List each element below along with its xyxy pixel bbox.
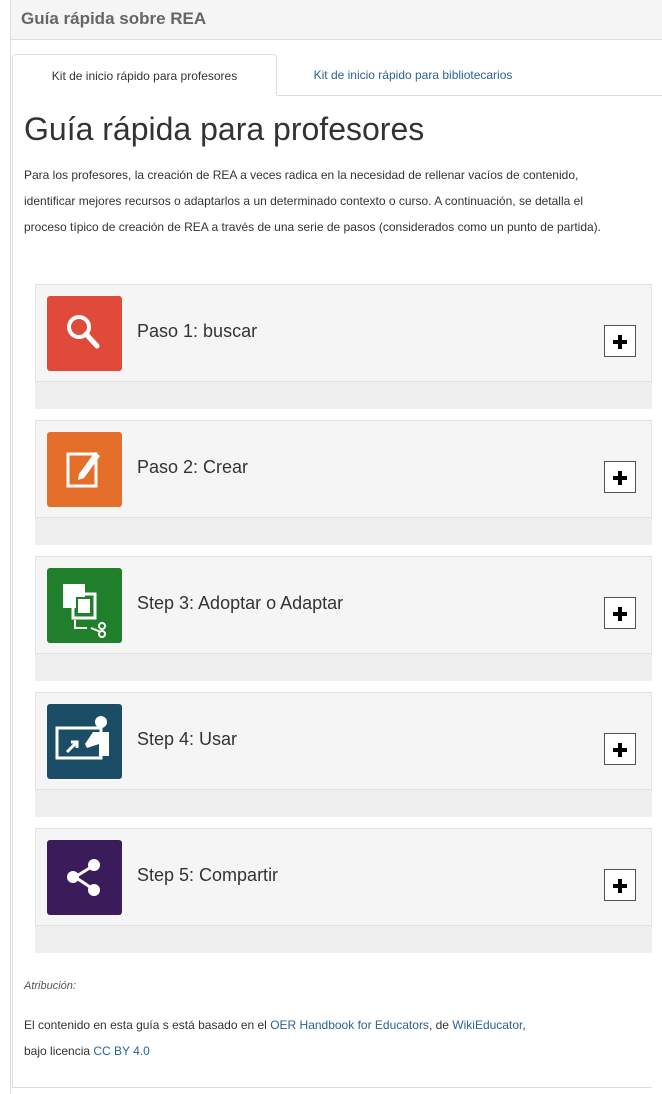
attribution-text-part1: El contenido en esta guía s está basado … — [24, 1018, 271, 1032]
wikieducator-link[interactable]: WikiEducator — [452, 1018, 522, 1032]
step-3-header[interactable]: Step 3: Adoptar o Adaptar — [35, 556, 652, 654]
step-5-accordion: Step 5: Compartir — [35, 828, 652, 953]
adapt-icon — [47, 568, 122, 643]
step-4-label: Step 4: Usar — [137, 729, 238, 749]
step-5-header[interactable]: Step 5: Compartir — [35, 828, 652, 926]
step-3-label: Step 3: Adoptar o Adaptar — [137, 593, 344, 613]
step-1-body — [35, 382, 652, 409]
step-4-body — [35, 790, 652, 817]
step-4-accordion: Step 4: Usar — [35, 692, 652, 817]
panel-heading: Guía rápida sobre REA — [11, 0, 662, 40]
attribution-text-part3: , — [522, 1018, 526, 1032]
tab-teachers[interactable]: Kit de inicio rápido para profesores — [12, 54, 277, 96]
step-5-body — [35, 926, 652, 953]
attribution-label: Atribución: — [24, 980, 76, 992]
tab-librarians[interactable]: Kit de inicio rápido para bibliotecarios — [278, 54, 548, 96]
license-link[interactable]: CC BY 4.0 — [93, 1044, 149, 1058]
expand-step-5-button[interactable] — [604, 869, 636, 901]
panel-title: Guía rápida sobre REA — [21, 9, 207, 28]
step-5-label: Step 5: Compartir — [137, 865, 279, 885]
attribution-text-part4: bajo licencia — [24, 1044, 94, 1058]
expand-step-4-button[interactable] — [604, 733, 636, 765]
edit-icon — [47, 432, 122, 507]
step-1-label: Paso 1: buscar — [137, 321, 258, 341]
expand-step-3-button[interactable] — [604, 597, 636, 629]
expand-step-1-button[interactable] — [604, 325, 636, 357]
step-1-accordion: Paso 1: buscar — [35, 284, 652, 409]
attribution-text-part2: , de — [428, 1018, 453, 1032]
step-2-body — [35, 518, 652, 545]
step-1-header[interactable]: Paso 1: buscar — [35, 284, 652, 382]
search-icon — [47, 296, 122, 371]
expand-step-2-button[interactable] — [604, 461, 636, 493]
step-3-accordion: Step 3: Adoptar o Adaptar — [35, 556, 652, 681]
intro-text: Para los profesores, la creación de REA … — [24, 168, 602, 234]
share-icon — [47, 840, 122, 915]
page-title: Guía rápida para profesores — [24, 111, 425, 147]
step-2-header[interactable]: Paso 2: Crear — [35, 420, 652, 518]
step-4-header[interactable]: Step 4: Usar — [35, 692, 652, 790]
attribution-text: El contenido en esta guía s está basado … — [24, 1012, 634, 1064]
step-2-label: Paso 2: Crear — [137, 457, 249, 477]
oer-handbook-link[interactable]: OER Handbook for Educators — [270, 1018, 429, 1032]
step-3-body — [35, 654, 652, 681]
presentation-icon — [47, 704, 122, 779]
step-2-accordion: Paso 2: Crear — [35, 420, 652, 545]
